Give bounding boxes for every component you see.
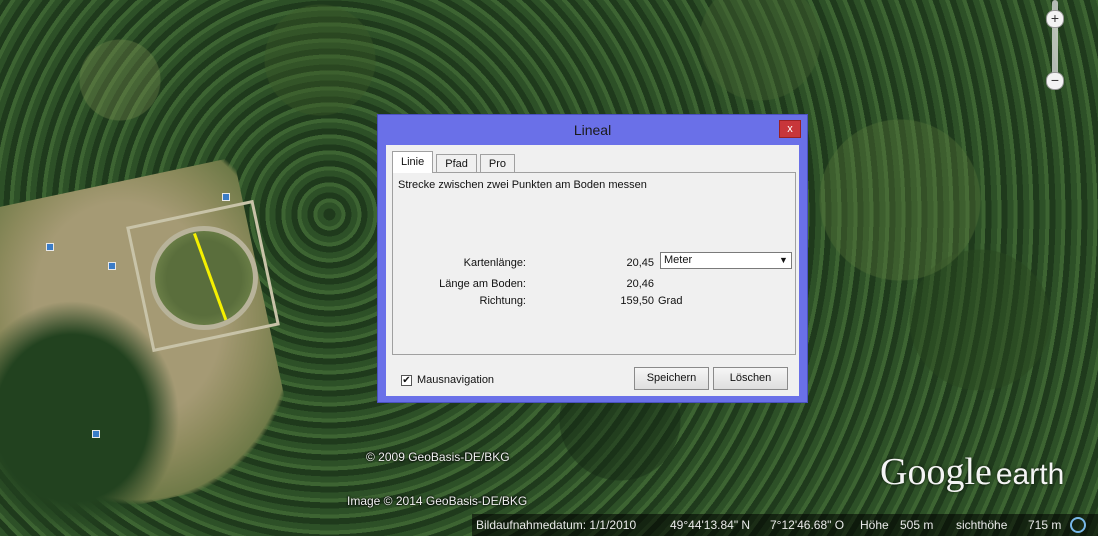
logo-google-text: Google	[880, 451, 992, 493]
ruler-dialog[interactable]: Lineal x Linie Pfad Pro Strecke zwischen…	[377, 114, 808, 403]
tab-bar: Linie Pfad Pro	[392, 151, 518, 173]
tab-path[interactable]: Pfad	[436, 154, 477, 173]
direction-label: Richtung:	[479, 295, 526, 307]
close-button[interactable]: x	[779, 120, 801, 138]
placemark-icon[interactable]	[222, 193, 230, 201]
zoom-out-button[interactable]: −	[1046, 72, 1064, 90]
placemark-icon[interactable]	[46, 243, 54, 251]
elevation-value: 505 m	[900, 518, 934, 532]
mouse-navigation-checkbox[interactable]: ✔	[401, 375, 412, 386]
logo-earth-text: earth	[995, 458, 1065, 491]
unit-selected-value: Meter	[664, 254, 693, 266]
status-bar: Bildaufnahmedatum: 1/1/2010 49°44'13.84"…	[472, 514, 1098, 536]
map-length-label: Kartenlänge:	[463, 257, 526, 269]
eye-altitude-value: 715 m	[1028, 518, 1062, 532]
direction-unit: Grad	[658, 295, 683, 307]
unit-dropdown[interactable]: Meter ▼	[660, 252, 792, 269]
ground-length-label: Länge am Boden:	[439, 278, 526, 290]
tab-line[interactable]: Linie	[392, 151, 434, 173]
elevation-label: Höhe	[860, 518, 889, 532]
tab-panel-body: Strecke zwischen zwei Punkten am Boden m…	[394, 174, 794, 353]
save-button[interactable]: Speichern	[634, 367, 709, 390]
direction-value: 159,50	[620, 295, 654, 307]
placemark-icon[interactable]	[108, 262, 116, 270]
placemark-icon[interactable]	[92, 430, 100, 438]
longitude-readout: 7°12'46.68" O	[770, 518, 845, 532]
delete-button[interactable]: Löschen	[713, 367, 788, 390]
imagery-date: Bildaufnahmedatum: 1/1/2010	[476, 518, 637, 532]
ground-length-value: 20,46	[626, 278, 654, 290]
image-copyright-text: Image © 2014 GeoBasis-DE/BKG	[347, 494, 528, 508]
eye-altitude-label: sichthöhe	[956, 518, 1008, 532]
chevron-down-icon[interactable]: ▼	[777, 254, 790, 267]
zoom-slider[interactable]: + −	[1046, 0, 1064, 92]
map-length-value: 20,45	[626, 257, 654, 269]
streaming-status-icon	[1070, 517, 1086, 533]
dialog-content: Linie Pfad Pro Strecke zwischen zwei Pun…	[386, 145, 799, 396]
mouse-navigation-label[interactable]: Mausnavigation	[417, 374, 494, 386]
google-earth-logo: Google earth	[880, 450, 1064, 494]
tab-panel: Strecke zwischen zwei Punkten am Boden m…	[392, 172, 796, 355]
measure-description: Strecke zwischen zwei Punkten am Boden m…	[398, 179, 647, 191]
copyright-text: © 2009 GeoBasis-DE/BKG	[366, 450, 510, 464]
zoom-in-button[interactable]: +	[1046, 10, 1064, 28]
dialog-title[interactable]: Lineal	[378, 115, 807, 145]
latitude-readout: 49°44'13.84" N	[670, 518, 751, 532]
tab-pro[interactable]: Pro	[479, 154, 516, 173]
circular-structure	[150, 226, 258, 330]
